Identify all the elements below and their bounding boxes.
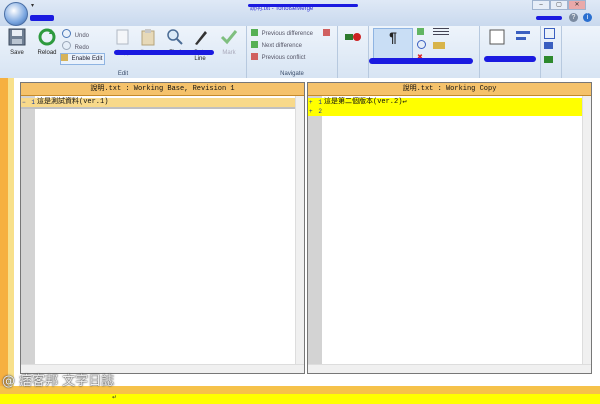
collapse-icon[interactable] xyxy=(544,56,555,66)
view-group: ¶ ✖ xyxy=(369,26,480,78)
check-toggle-icon[interactable] xyxy=(417,28,426,38)
previous-conflict-label: Previous conflict xyxy=(261,55,306,61)
left-pane-header: 說明.txt : Working Base, Revision 1 xyxy=(21,83,304,96)
added-marker-icon: + xyxy=(309,99,313,106)
diff-line[interactable]: 2 + xyxy=(308,107,591,116)
reload-icon xyxy=(38,28,56,46)
previous-conflict-button[interactable]: Previous conflict xyxy=(251,53,305,63)
maximize-button[interactable]: ▢ xyxy=(550,0,568,10)
save-label: Save xyxy=(10,50,24,56)
left-gutter xyxy=(21,96,35,373)
line-separator xyxy=(21,107,304,109)
location-bar-highlight xyxy=(8,78,14,388)
line-text: 這是測試資料(ver.1) xyxy=(37,98,109,106)
enable-edit-button[interactable]: Enable Edit xyxy=(60,53,106,65)
redaction-mark xyxy=(114,50,214,55)
bottom-pane-line[interactable]: ↵ xyxy=(0,394,600,404)
undo-button[interactable]: Undo xyxy=(62,29,89,39)
save-button[interactable]: Save xyxy=(6,28,28,56)
circle-toggle-icon[interactable] xyxy=(417,40,428,50)
panel-icon[interactable] xyxy=(544,28,557,39)
added-marker-icon: + xyxy=(309,108,313,115)
two-pane-view-button[interactable] xyxy=(512,28,534,50)
navigate-group: Previous difference Next difference Prev… xyxy=(247,26,338,78)
filter-icon[interactable] xyxy=(433,42,447,52)
goto-line-button[interactable]: Goto Line xyxy=(189,28,211,62)
close-button[interactable]: ✕ xyxy=(568,0,586,10)
edit-group: Save Reload Undo Redo Enable Edit Copy xyxy=(0,26,247,78)
left-pane-body[interactable]: 1 − 這是測試資料(ver.1) xyxy=(21,96,304,373)
left-pane[interactable]: 說明.txt : Working Base, Revision 1 1 − 這是… xyxy=(20,82,305,374)
diff-line[interactable]: 1 − 這是測試資料(ver.1) xyxy=(21,98,304,107)
save-icon xyxy=(8,28,26,46)
copy-icon xyxy=(116,29,129,45)
view-layout-group xyxy=(480,26,541,78)
right-gutter xyxy=(308,96,322,373)
removed-marker-icon: − xyxy=(22,99,26,106)
paste-icon xyxy=(141,29,155,46)
reload-label: Reload xyxy=(37,50,57,56)
right-pane-header: 說明.txt : Working Copy xyxy=(308,83,591,96)
location-bar[interactable] xyxy=(0,78,8,388)
right-vertical-scrollbar[interactable] xyxy=(582,96,591,373)
watermark-logo: @ 痞客邦 文字日誌 xyxy=(2,374,115,389)
lines-icon[interactable] xyxy=(433,28,451,38)
up-arrow-red-icon xyxy=(251,53,258,60)
reload-button[interactable]: Reload xyxy=(36,28,58,56)
next-difference-button[interactable]: Next difference xyxy=(251,41,302,51)
redaction-mark xyxy=(369,58,473,64)
search-icon xyxy=(167,29,183,45)
unified-diff-button[interactable] xyxy=(342,28,364,50)
line-text: 這是第二個版本(ver.2)↵ xyxy=(324,98,407,106)
view-extra-group xyxy=(541,26,562,78)
mark-label: Mark xyxy=(222,50,236,56)
redo-icon xyxy=(62,41,71,50)
right-pane[interactable]: 說明.txt : Working Copy 1 + 這是第二個版本(ver.2)… xyxy=(307,82,592,374)
undo-icon xyxy=(62,29,71,38)
left-vertical-scrollbar[interactable] xyxy=(295,96,304,373)
redaction-mark xyxy=(536,16,562,20)
quick-access-dropdown-icon[interactable]: ▾ xyxy=(31,2,34,9)
edit-group-label: Edit xyxy=(117,71,129,77)
app-menu-orb-icon[interactable] xyxy=(4,2,28,26)
undo-label: Undo xyxy=(74,33,90,39)
diff-area: 說明.txt : Working Base, Revision 1 1 − 這是… xyxy=(0,78,600,404)
redaction-mark xyxy=(484,56,536,62)
goto-line-icon xyxy=(195,31,207,45)
pilcrow-icon: ¶ xyxy=(389,29,397,45)
right-pane-body[interactable]: 1 + 這是第二個版本(ver.2)↵ 2 + xyxy=(308,96,591,373)
redaction-mark xyxy=(30,15,54,21)
next-conflict-icon[interactable] xyxy=(323,29,332,39)
one-pane-view-button[interactable] xyxy=(486,28,508,50)
down-arrow-icon xyxy=(251,41,258,48)
help-icon[interactable]: ? xyxy=(569,13,578,22)
ribbon: Save Reload Undo Redo Enable Edit Copy xyxy=(0,26,600,79)
unified-diff-icon xyxy=(345,33,361,41)
previous-difference-label: Previous difference xyxy=(261,31,313,37)
two-pane-icon xyxy=(516,31,530,40)
title-bar: ▾ 說明.txt - TortoiseMerge – ▢ ✕ ? i xyxy=(0,0,600,27)
redo-button[interactable]: Redo xyxy=(62,41,89,51)
single-pane-icon xyxy=(489,29,505,45)
view-blame-group xyxy=(338,26,369,78)
pencil-icon xyxy=(61,54,68,61)
checkmark-icon xyxy=(220,30,238,45)
next-difference-label: Next difference xyxy=(261,43,302,49)
info-icon[interactable]: i xyxy=(583,13,592,22)
navigate-group-label: Navigate xyxy=(280,71,304,77)
redo-label: Redo xyxy=(74,45,90,51)
up-arrow-icon xyxy=(251,29,258,36)
previous-difference-button[interactable]: Previous difference xyxy=(251,29,313,39)
line-end-marker: ↵ xyxy=(112,395,118,401)
mark-button[interactable]: Mark xyxy=(218,28,240,56)
enable-edit-label: Enable Edit xyxy=(71,56,103,62)
minimize-button[interactable]: – xyxy=(532,0,550,10)
diff-line[interactable]: 1 + 這是第二個版本(ver.2)↵ xyxy=(308,98,591,107)
swap-icon[interactable] xyxy=(544,42,555,52)
redaction-mark xyxy=(248,4,358,7)
whitespace-toggle-button[interactable]: ¶ xyxy=(373,28,413,60)
